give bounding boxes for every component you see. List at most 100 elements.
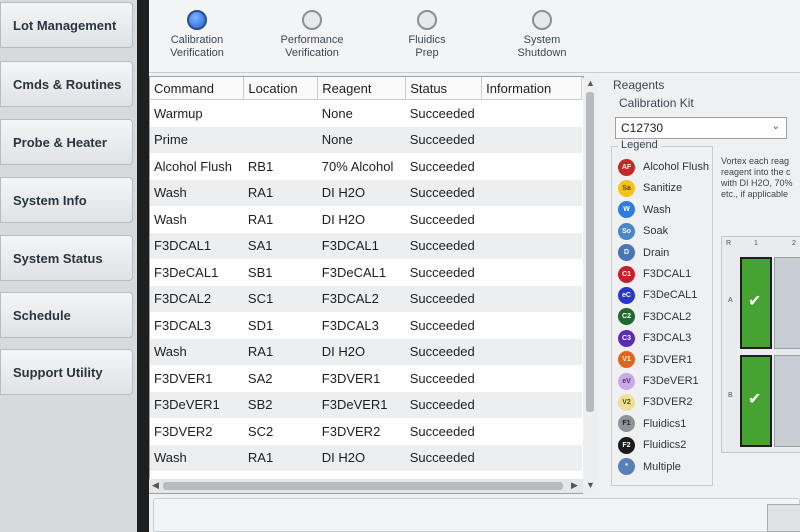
- cell-information: [481, 444, 582, 471]
- table-row[interactable]: F3DCAL1 SA1 F3DCAL1 Succeeded: [150, 232, 582, 259]
- cell-status: Succeeded: [405, 285, 482, 312]
- cell-reagent: F3DVER1: [321, 370, 381, 386]
- note-line: reagent into the c: [721, 167, 791, 177]
- cell-information: [482, 365, 582, 392]
- nav-cmds-routines[interactable]: Cmds & Routines: [0, 61, 133, 107]
- note-line: etc., if applicable: [721, 189, 789, 199]
- step-radio[interactable]: [532, 10, 552, 30]
- table-row[interactable]: Warmup None Succeeded: [150, 100, 582, 127]
- nav-support-utility[interactable]: Support Utility: [0, 349, 133, 395]
- step-system-shutdown[interactable]: System Shutdown: [487, 10, 597, 60]
- scroll-right-icon[interactable]: ▶: [571, 480, 578, 491]
- step-label: System: [523, 34, 561, 46]
- cell-reagent: F3DCAL3: [321, 317, 379, 333]
- step-calibration-verification[interactable]: Calibration Verification: [142, 10, 252, 60]
- step-label: Prep: [415, 47, 439, 59]
- table-vertical-scrollbar[interactable]: ▲ ▼: [583, 78, 597, 494]
- cell-reagent: F3DeVER1: [317, 391, 406, 418]
- cell-status: Succeeded: [405, 126, 482, 153]
- rack-well-a2[interactable]: [774, 257, 800, 349]
- legend-label: F3DeVER1: [643, 375, 699, 387]
- scroll-thumb[interactable]: [163, 482, 563, 490]
- scroll-left-icon[interactable]: ◀: [152, 480, 159, 491]
- cell-location: RA1: [243, 338, 318, 365]
- nav-probe-heater[interactable]: Probe & Heater: [0, 119, 133, 165]
- legend-item: * Multiple: [618, 457, 681, 477]
- table-row[interactable]: Wash RA1 DI H2O Succeeded: [150, 444, 582, 471]
- legend-swatch-icon: D: [618, 244, 635, 262]
- cell-location: SA2: [247, 370, 273, 386]
- nav-label: System Status: [13, 250, 103, 266]
- table-row[interactable]: F3DCAL3 SD1 F3DCAL3 Succeeded: [150, 312, 582, 339]
- cell-status: Succeeded: [405, 391, 482, 418]
- scroll-down-icon[interactable]: ▼: [586, 480, 595, 490]
- legend-label: Soak: [643, 225, 669, 238]
- step-radio[interactable]: [417, 10, 437, 30]
- scroll-up-icon[interactable]: ▲: [586, 78, 595, 88]
- table-row[interactable]: Wash RA1 DI H2O Succeeded: [150, 179, 582, 206]
- cell-reagent: None: [317, 126, 406, 153]
- table-row[interactable]: Wash RA1 DI H2O Succeeded: [150, 338, 582, 365]
- nav-system-info[interactable]: System Info: [0, 177, 133, 223]
- scroll-thumb[interactable]: [586, 92, 594, 412]
- nav-label: Schedule: [13, 307, 71, 323]
- command-table[interactable]: Command Location Reagent Status Informat…: [149, 76, 584, 494]
- legend-label: F3DVER2: [643, 396, 693, 409]
- cell-reagent: F3DCAL2: [317, 285, 406, 312]
- nav-schedule[interactable]: Schedule: [0, 292, 133, 338]
- cell-command: F3DeCAL1: [154, 264, 219, 280]
- table-row[interactable]: F3DCAL2 SC1 F3DCAL2 Succeeded: [150, 285, 582, 312]
- table-row[interactable]: F3DVER1 SA2 F3DVER1 Succeeded: [150, 365, 582, 392]
- rack-well-a1[interactable]: ✔: [740, 257, 772, 349]
- cell-command: Warmup: [154, 105, 203, 121]
- bottom-action-button[interactable]: [767, 504, 800, 532]
- table-row[interactable]: F3DeVER1 SB2 F3DeVER1 Succeeded: [150, 391, 582, 418]
- cell-information: [481, 126, 582, 153]
- step-radio[interactable]: [302, 10, 322, 30]
- cell-status: Succeeded: [409, 211, 475, 227]
- calibration-kit-select[interactable]: C12730 ⌄: [615, 117, 787, 139]
- column-header-command[interactable]: Command: [150, 77, 245, 100]
- legend-item: C3 F3DCAL3: [618, 328, 691, 348]
- nav-system-status[interactable]: System Status: [0, 235, 133, 281]
- cell-reagent: DI H2O: [317, 444, 406, 471]
- table-row[interactable]: F3DeCAL1 SB1 F3DeCAL1 Succeeded: [150, 259, 582, 286]
- legend-swatch-icon: C1: [618, 265, 635, 283]
- cell-information: [481, 232, 582, 259]
- reagents-title: Reagents: [613, 78, 665, 92]
- table-row[interactable]: F3DVER2 SC2 F3DVER2 Succeeded: [150, 418, 582, 445]
- rack-row-label: B: [728, 392, 733, 399]
- legend-swatch-icon: So: [618, 222, 635, 240]
- cell-command: Wash: [154, 211, 187, 227]
- rack-well-b1[interactable]: ✔: [740, 355, 772, 447]
- cell-reagent: F3DVER2: [321, 423, 381, 439]
- cell-location: SB2: [243, 391, 318, 418]
- cell-command: Alcohol Flush: [154, 158, 233, 174]
- legend-label: Sanitize: [643, 182, 683, 195]
- column-header-information[interactable]: Information: [481, 77, 582, 100]
- cell-location: RB1: [247, 158, 274, 174]
- cell-location: RA1: [243, 444, 318, 471]
- nav-label: Lot Management: [13, 17, 117, 33]
- table-horizontal-scrollbar[interactable]: ◀ ▶: [149, 479, 583, 493]
- table-row[interactable]: Alcohol Flush RB1 70% Alcohol Succeeded: [150, 153, 582, 180]
- table-row[interactable]: Prime None Succeeded: [150, 126, 582, 153]
- nav-lot-management[interactable]: Lot Management: [0, 2, 133, 48]
- step-performance-verification[interactable]: Performance Verification: [257, 10, 367, 60]
- step-radio-active[interactable]: [187, 10, 207, 30]
- legend-item: eC F3DeCAL1: [618, 285, 697, 305]
- main-panel: Calibration Verification Performance Ver…: [149, 0, 800, 532]
- column-header-location[interactable]: Location: [243, 77, 319, 100]
- calibration-kit-label: Calibration Kit: [619, 96, 694, 110]
- column-header-status[interactable]: Status: [405, 77, 483, 100]
- column-header-reagent[interactable]: Reagent: [317, 77, 407, 100]
- cell-location: [243, 126, 318, 153]
- legend-swatch-icon: F2: [618, 436, 635, 454]
- left-navigation: Lot Management Cmds & Routines Probe & H…: [0, 0, 140, 532]
- cell-command: F3DVER2: [154, 423, 213, 439]
- cell-status: Succeeded: [405, 338, 482, 365]
- workflow-stepper: Calibration Verification Performance Ver…: [149, 0, 800, 73]
- table-row[interactable]: Wash RA1 DI H2O Succeeded: [150, 206, 582, 233]
- rack-well-b2[interactable]: [774, 355, 800, 447]
- step-fluidics-prep[interactable]: Fluidics Prep: [372, 10, 482, 60]
